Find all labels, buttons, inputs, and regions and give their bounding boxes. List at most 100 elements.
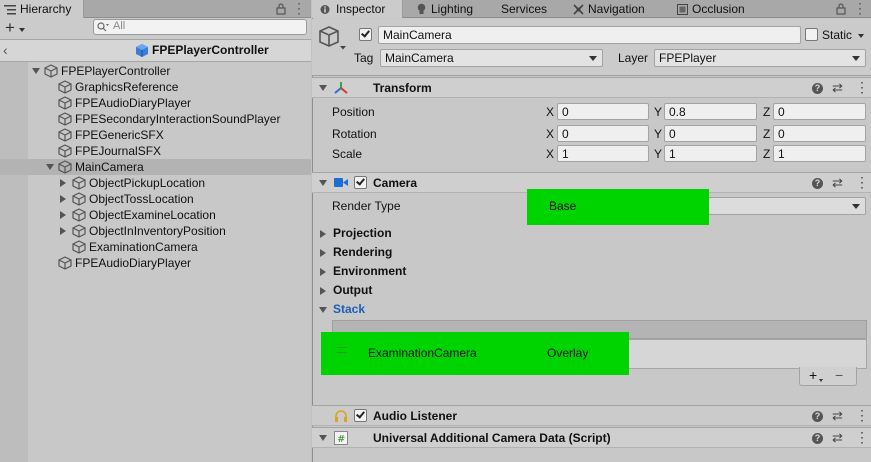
hierarchy-row-label: ObjectExamineLocation <box>89 208 216 222</box>
tab-navigation[interactable]: Navigation <box>571 0 667 18</box>
axis-y-label[interactable]: Y <box>654 105 662 119</box>
hierarchy-row[interactable]: ObjectTossLocation <box>28 191 311 207</box>
static-checkbox[interactable] <box>805 28 818 41</box>
collapsed-arrow-icon[interactable] <box>60 227 66 235</box>
transform-header[interactable]: Transform ? ⇄ ⋮ <box>312 77 871 98</box>
component-menu-icon[interactable]: ⋮ <box>855 429 869 446</box>
camera-section-environment[interactable]: Environment <box>333 264 406 278</box>
hierarchy-row[interactable]: FPEAudioDiaryPlayer <box>28 95 311 111</box>
hierarchy-row[interactable]: FPEJournalSFX <box>28 143 311 159</box>
expanded-arrow-icon[interactable] <box>46 164 54 170</box>
tab-occlusion[interactable]: Occlusion <box>675 0 785 18</box>
axis-z-label[interactable]: Z <box>763 147 770 161</box>
active-checkbox[interactable] <box>359 28 372 41</box>
inspector-lock-icon[interactable] <box>836 3 846 15</box>
axis-y-label[interactable]: Y <box>654 127 662 141</box>
axis-x-label[interactable]: X <box>546 147 554 161</box>
section-foldout-arrow-icon[interactable] <box>320 230 326 238</box>
drag-handle-icon[interactable] <box>337 347 347 353</box>
presets-icon[interactable]: ⇄ <box>832 80 843 96</box>
hierarchy-row[interactable]: FPEGenericSFX <box>28 127 311 143</box>
audio-listener-header[interactable]: Audio Listener ? ⇄ ⋮ <box>312 405 871 426</box>
layer-dropdown[interactable]: FPEPlayer <box>654 49 866 67</box>
add-dropdown-arrow-icon[interactable] <box>19 28 25 32</box>
camera-section-output[interactable]: Output <box>333 283 372 297</box>
object-name-field[interactable]: MainCamera <box>378 26 801 44</box>
axis-x-label[interactable]: X <box>546 105 554 119</box>
hierarchy-row[interactable]: FPESecondaryInteractionSoundPlayer <box>28 111 311 127</box>
hierarchy-row-label: MainCamera <box>75 160 144 174</box>
hierarchy-row[interactable]: MainCamera <box>0 159 311 175</box>
hierarchy-row[interactable]: FPEAudioDiaryPlayer <box>28 255 311 271</box>
transform-z-field[interactable]: 0 <box>773 125 866 142</box>
transform-x-field[interactable]: 1 <box>557 145 649 162</box>
component-menu-icon[interactable]: ⋮ <box>855 407 869 424</box>
hierarchy-row[interactable]: ObjectExamineLocation <box>28 207 311 223</box>
collapsed-arrow-icon[interactable] <box>60 211 66 219</box>
tab-inspector[interactable]: Inspector <box>312 0 403 18</box>
axis-z-label[interactable]: Z <box>763 105 770 119</box>
section-foldout-arrow-icon[interactable] <box>320 287 326 295</box>
foldout-arrow-icon[interactable] <box>319 85 327 91</box>
inspector-menu-icon[interactable]: ⋮ <box>853 0 867 17</box>
hierarchy-row[interactable]: ObjectPickupLocation <box>28 175 311 191</box>
transform-y-field[interactable]: 1 <box>664 145 757 162</box>
add-button[interactable]: + <box>5 18 15 38</box>
stack-label[interactable]: Stack <box>333 302 365 316</box>
camera-section-rendering[interactable]: Rendering <box>333 245 392 259</box>
audio-listener-checkbox[interactable] <box>354 409 367 422</box>
foldout-arrow-icon[interactable] <box>319 180 327 186</box>
stack-add-button[interactable]: + <box>809 367 817 383</box>
component-menu-icon[interactable]: ⋮ <box>855 79 869 96</box>
transform-y-field[interactable]: 0.8 <box>664 103 757 120</box>
hierarchy-row-label: ObjectPickupLocation <box>89 176 206 190</box>
presets-icon[interactable]: ⇄ <box>832 408 843 424</box>
stack-item-name[interactable]: ExaminationCamera <box>368 346 477 360</box>
tab-hierarchy[interactable]: Hierarchy <box>0 0 84 18</box>
tab-services[interactable]: Services <box>500 0 562 18</box>
presets-icon[interactable]: ⇄ <box>832 430 843 446</box>
transform-z-field[interactable]: 1 <box>773 145 866 162</box>
hierarchy-menu-icon[interactable]: ⋮ <box>292 0 306 17</box>
stack-foldout-arrow-icon[interactable] <box>319 307 327 313</box>
stack-remove-button[interactable]: − <box>835 367 843 383</box>
back-arrow-icon[interactable]: ‹ <box>3 42 8 58</box>
static-dropdown-arrow-icon[interactable] <box>858 34 864 38</box>
help-icon[interactable]: ? <box>812 411 823 422</box>
hierarchy-row[interactable]: ObjectInInventoryPosition <box>28 223 311 239</box>
add-dropdown-arrow-icon[interactable] <box>819 379 823 382</box>
hierarchy-row-label: FPEGenericSFX <box>75 128 164 142</box>
tab-lighting[interactable]: Lighting <box>414 0 494 18</box>
urp-data-title: Universal Additional Camera Data (Script… <box>373 431 611 445</box>
expanded-arrow-icon[interactable] <box>32 68 40 74</box>
foldout-arrow-icon[interactable] <box>319 435 327 441</box>
transform-y-field[interactable]: 0 <box>664 125 757 142</box>
hierarchy-row[interactable]: FPEPlayerController <box>28 63 311 79</box>
urp-data-header[interactable]: # Universal Additional Camera Data (Scri… <box>312 427 871 448</box>
camera-section-projection[interactable]: Projection <box>333 226 392 240</box>
transform-x-field[interactable]: 0 <box>557 103 649 120</box>
hierarchy-row[interactable]: ExaminationCamera <box>28 239 311 255</box>
collapsed-arrow-icon[interactable] <box>60 179 66 187</box>
tag-dropdown[interactable]: MainCamera <box>380 49 603 67</box>
axis-x-label[interactable]: X <box>546 127 554 141</box>
chevron-down-icon <box>852 204 860 209</box>
camera-enabled-checkbox[interactable] <box>354 176 367 189</box>
transform-z-field[interactable]: 0 <box>773 103 866 120</box>
presets-icon[interactable]: ⇄ <box>832 175 843 191</box>
help-icon[interactable]: ? <box>812 433 823 444</box>
component-menu-icon[interactable]: ⋮ <box>855 174 869 191</box>
section-foldout-arrow-icon[interactable] <box>320 249 326 257</box>
collapsed-arrow-icon[interactable] <box>60 195 66 203</box>
help-icon[interactable]: ? <box>812 178 823 189</box>
axis-y-label[interactable]: Y <box>654 147 662 161</box>
help-icon[interactable]: ? <box>812 83 823 94</box>
hierarchy-row[interactable]: GraphicsReference <box>28 79 311 95</box>
section-foldout-arrow-icon[interactable] <box>320 268 326 276</box>
camera-title: Camera <box>373 176 418 190</box>
gameobject-cube-icon[interactable] <box>318 25 348 55</box>
lock-icon[interactable] <box>276 3 286 15</box>
transform-x-field[interactable]: 0 <box>557 125 649 142</box>
hierarchy-row-label: FPESecondaryInteractionSoundPlayer <box>75 112 281 126</box>
axis-z-label[interactable]: Z <box>763 127 770 141</box>
